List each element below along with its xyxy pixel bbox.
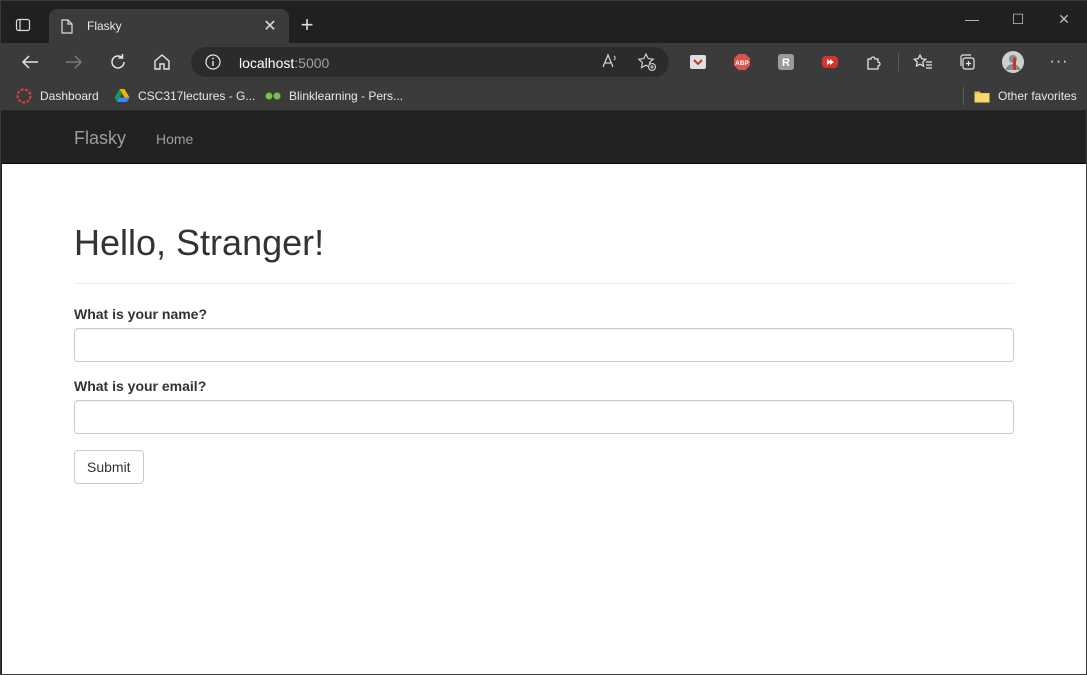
site-info-icon[interactable] bbox=[205, 54, 221, 70]
extension-r-icon[interactable]: R bbox=[777, 53, 795, 71]
main-container: Hello, Stranger! What is your name? What… bbox=[74, 164, 1014, 484]
extensions-puzzle-icon[interactable] bbox=[860, 48, 888, 76]
profile-avatar[interactable] bbox=[999, 48, 1027, 76]
site-navbar: Flasky Home bbox=[2, 112, 1086, 164]
browser-window: Flasky ✕ + — ☐ ✕ localhost:5000 ABP R ··… bbox=[0, 0, 1087, 675]
home-icon[interactable] bbox=[148, 48, 176, 76]
more-menu-button[interactable]: ··· bbox=[1045, 48, 1073, 76]
pocket-extension-icon[interactable] bbox=[689, 53, 707, 71]
refresh-icon[interactable] bbox=[104, 48, 132, 76]
collections-icon[interactable] bbox=[953, 48, 981, 76]
add-favorite-icon[interactable] bbox=[637, 52, 657, 72]
tab-actions-icon[interactable] bbox=[11, 13, 35, 37]
url-host: localhost bbox=[239, 55, 295, 71]
name-email-form: What is your name? What is your email? S… bbox=[74, 306, 1014, 484]
tab-strip: Flasky ✕ + — ☐ ✕ bbox=[1, 1, 1087, 43]
back-arrow-icon[interactable] bbox=[16, 48, 44, 76]
email-input[interactable] bbox=[74, 400, 1014, 434]
web-page: Flasky Home Hello, Stranger! What is you… bbox=[2, 112, 1086, 674]
adblock-plus-icon[interactable]: ABP bbox=[733, 53, 751, 71]
maximize-button[interactable]: ☐ bbox=[1003, 11, 1033, 33]
email-form-group: What is your email? bbox=[74, 378, 1014, 434]
minimize-button[interactable]: — bbox=[957, 11, 987, 33]
name-input[interactable] bbox=[74, 328, 1014, 362]
bookmark-label: Blinklearning - Pers... bbox=[289, 89, 404, 103]
read-aloud-icon[interactable] bbox=[601, 52, 621, 72]
bookmarks-divider bbox=[963, 87, 964, 105]
url-port: :5000 bbox=[294, 55, 330, 71]
submit-button[interactable]: Submit bbox=[74, 450, 144, 484]
folder-icon bbox=[974, 88, 990, 104]
video-extension-icon[interactable] bbox=[821, 53, 839, 71]
bookmark-label: Other favorites bbox=[998, 89, 1077, 103]
bookmark-csc317lectures[interactable]: CSC317lectures - G... bbox=[114, 86, 255, 106]
tab-title: Flasky bbox=[87, 19, 122, 33]
nav-link-home[interactable]: Home bbox=[156, 131, 193, 147]
page-header: Hello, Stranger! bbox=[74, 222, 1014, 284]
bookmark-blinklearning[interactable]: Blinklearning - Pers... bbox=[265, 86, 403, 106]
blinklearning-icon bbox=[265, 88, 281, 104]
window-close-button[interactable]: ✕ bbox=[1049, 11, 1079, 33]
page-icon bbox=[59, 18, 75, 34]
dashboard-ring-icon bbox=[16, 88, 32, 104]
bookmark-label: Dashboard bbox=[40, 89, 99, 103]
forward-arrow-icon[interactable] bbox=[60, 48, 88, 76]
name-form-group: What is your name? bbox=[74, 306, 1014, 362]
tab-close-button[interactable]: ✕ bbox=[261, 16, 279, 36]
favorites-icon[interactable] bbox=[909, 48, 937, 76]
page-title: Hello, Stranger! bbox=[74, 222, 325, 263]
svg-text:R: R bbox=[782, 57, 790, 69]
url-text[interactable]: localhost:5000 bbox=[239, 55, 329, 71]
bookmark-label: CSC317lectures - G... bbox=[138, 89, 256, 103]
bookmark-dashboard[interactable]: Dashboard bbox=[16, 86, 99, 106]
bookmark-other-favorites[interactable]: Other favorites bbox=[974, 86, 1077, 106]
google-drive-icon bbox=[114, 88, 130, 104]
new-tab-button[interactable]: + bbox=[295, 14, 319, 38]
address-bar[interactable]: localhost:5000 bbox=[191, 47, 669, 77]
email-label: What is your email? bbox=[74, 378, 207, 394]
browser-toolbar: localhost:5000 ABP R ··· bbox=[1, 43, 1087, 81]
svg-text:ABP: ABP bbox=[735, 60, 749, 67]
bookmarks-bar: Dashboard CSC317lectures - G... Blinklea… bbox=[1, 81, 1087, 111]
name-label: What is your name? bbox=[74, 306, 208, 322]
browser-tab[interactable]: Flasky ✕ bbox=[49, 9, 289, 43]
toolbar-divider bbox=[898, 53, 899, 71]
navbar-brand[interactable]: Flasky bbox=[74, 128, 126, 149]
